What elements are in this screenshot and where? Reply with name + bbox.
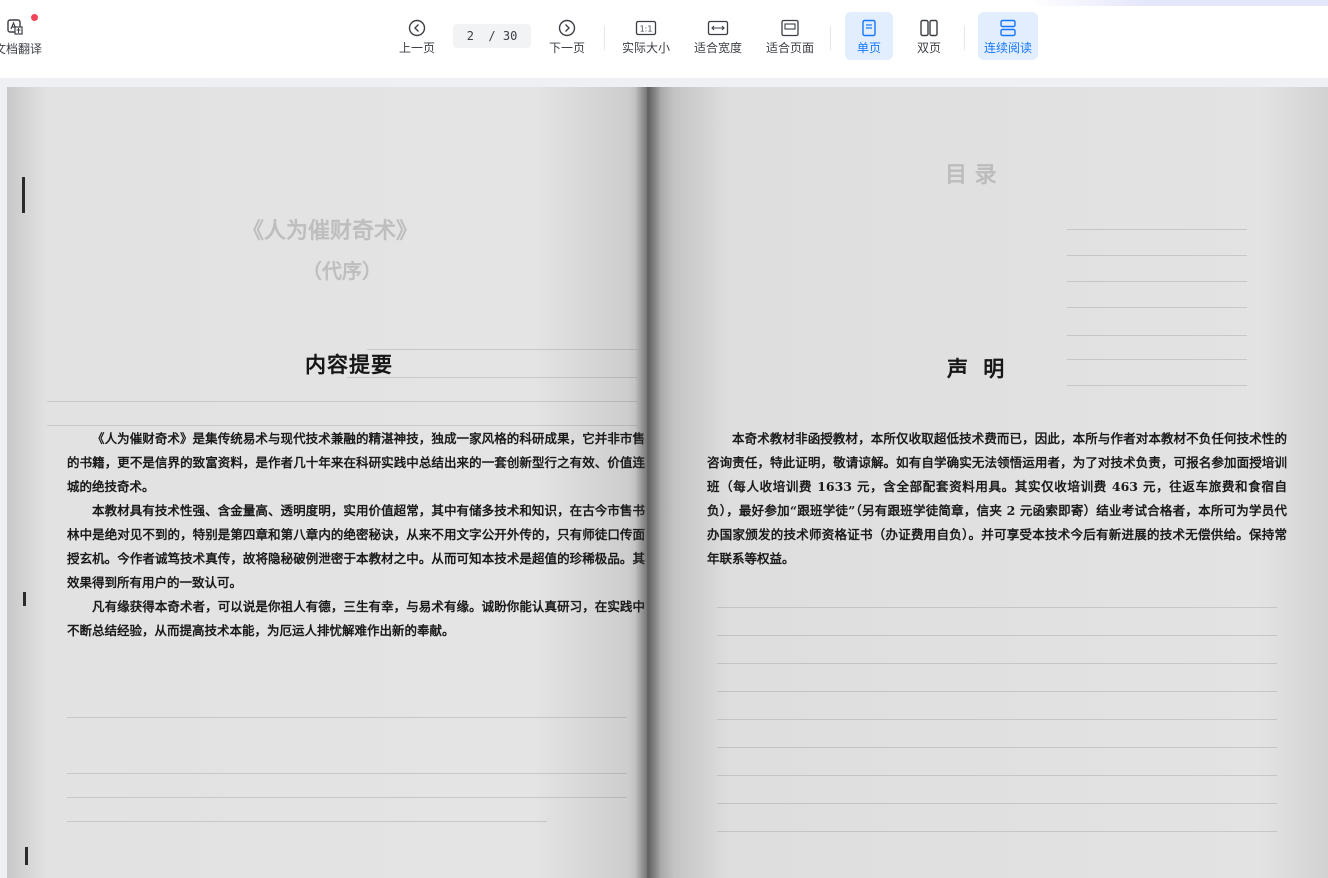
- fit-page-icon: [780, 16, 800, 40]
- bleed-line: [717, 719, 1277, 720]
- bleed-line: [717, 803, 1277, 804]
- bleed-line: [1067, 335, 1247, 336]
- current-page: 2: [466, 29, 474, 43]
- left-paragraph: 凡有缘获得本奇术者，可以说是你祖人有德，三生有幸，与易术有缘。诚盼你能认真研习，…: [67, 599, 645, 638]
- double-page-label: 双页: [916, 41, 941, 55]
- left-paragraph: 本教材具有技术性强、含金量高、透明度明，实用价值超常，其中有储多技术和知识，在古…: [67, 503, 645, 590]
- bleed-line: [1067, 359, 1247, 360]
- bleed-line: [47, 401, 637, 402]
- left-page: 《人为催财奇术》 （代序） 内容提要 《人为催财奇术》是集传统易术与现代技术兼融…: [7, 87, 667, 878]
- translate-icon: [6, 18, 24, 39]
- page-edge-mark: [23, 592, 26, 606]
- bleed-line: [67, 797, 627, 798]
- continuous-reading-label: 连续阅读: [983, 41, 1032, 55]
- toolbar-divider: [604, 26, 605, 50]
- next-page-label: 下一页: [548, 41, 585, 55]
- double-page-button[interactable]: 双页: [905, 12, 953, 60]
- bleed-line: [1067, 385, 1247, 386]
- viewer-toolbar: 文档翻译 上一页 2 / 30 下一页 1:1 实际大小 适合宽度 适合页面 单…: [0, 0, 1328, 78]
- bleed-line: [1067, 307, 1247, 308]
- left-paragraph: 《人为催财奇术》是集传统易术与现代技术兼融的精湛神技，独成一家风格的科研成果，它…: [67, 431, 645, 494]
- bleed-line: [1067, 255, 1247, 256]
- page-edge-mark: [22, 177, 25, 213]
- bleed-line: [717, 831, 1277, 832]
- continuous-reading-button[interactable]: 连续阅读: [978, 12, 1038, 60]
- fit-page-label: 适合页面: [765, 41, 814, 55]
- next-page-button[interactable]: 下一页: [546, 12, 588, 60]
- chevron-left-circle-icon: [408, 16, 426, 40]
- single-page-icon: [861, 16, 877, 40]
- toolbar-divider: [830, 26, 831, 50]
- actual-size-label: 实际大小: [621, 41, 670, 55]
- single-page-button[interactable]: 单页: [845, 12, 893, 60]
- toolbar-divider: [964, 26, 965, 50]
- left-page-heading: 内容提要: [305, 352, 393, 377]
- continuous-reading-icon: [999, 16, 1017, 40]
- top-accent-glow: [1028, 0, 1328, 6]
- fit-page-button[interactable]: 适合页面: [762, 12, 818, 60]
- bleed-line: [717, 607, 1277, 608]
- document-translate-label: 文档翻译: [0, 42, 43, 56]
- fit-width-icon: [707, 16, 729, 40]
- prev-page-label: 上一页: [398, 41, 435, 55]
- bleed-line: [717, 775, 1277, 776]
- actual-size-button[interactable]: 1:1 实际大小: [618, 12, 674, 60]
- right-page-heading: 声 明: [947, 356, 1009, 381]
- bleed-line: [47, 425, 637, 426]
- single-page-label: 单页: [856, 41, 881, 55]
- bleed-line: [67, 821, 547, 822]
- fit-width-label: 适合宽度: [693, 41, 742, 55]
- right-page-body: 本奇术教材非函授教材，本所仅收取超低技术费而已，因此，本所与作者对本教材不负任何…: [707, 427, 1287, 571]
- svg-text:1:1: 1:1: [640, 25, 653, 34]
- page-number-input[interactable]: 2 / 30: [453, 24, 531, 48]
- right-page: 目 录 声 明 本奇术教材非函授教材，本所仅收取超低技术费而已，因此，本所与作者…: [647, 87, 1328, 878]
- ghost-subtitle: （代序）: [302, 259, 382, 283]
- total-pages: / 30: [488, 29, 518, 43]
- double-page-icon: [919, 16, 939, 40]
- left-page-body: 《人为催财奇术》是集传统易术与现代技术兼融的精湛神技，独成一家风格的科研成果，它…: [67, 427, 645, 643]
- document-viewport[interactable]: 《人为催财奇术》 （代序） 内容提要 《人为催财奇术》是集传统易术与现代技术兼融…: [7, 87, 1328, 878]
- prev-page-button[interactable]: 上一页: [396, 12, 438, 60]
- fit-width-button[interactable]: 适合宽度: [690, 12, 746, 60]
- bleed-line: [717, 691, 1277, 692]
- ghost-title: 《人为催财奇术》: [242, 218, 419, 244]
- actual-size-icon: 1:1: [635, 16, 657, 40]
- bleed-line: [717, 663, 1277, 664]
- notification-dot: [31, 14, 38, 21]
- page-edge-mark: [25, 847, 28, 865]
- bleed-line: [1067, 229, 1247, 230]
- bleed-line: [717, 747, 1277, 748]
- bleed-line: [717, 635, 1277, 636]
- document-translate-button[interactable]: 文档翻译: [0, 18, 43, 60]
- bleed-line: [1067, 281, 1247, 282]
- right-paragraph: 本奇术教材非函授教材，本所仅收取超低技术费而已，因此，本所与作者对本教材不负任何…: [707, 431, 1287, 566]
- bleed-line: [67, 773, 627, 774]
- bleed-line: [67, 717, 627, 718]
- book-spine-shadow: [635, 87, 661, 878]
- bleed-line: [367, 349, 637, 350]
- chevron-right-circle-icon: [558, 16, 576, 40]
- ghost-contents-title: 目 录: [945, 162, 997, 188]
